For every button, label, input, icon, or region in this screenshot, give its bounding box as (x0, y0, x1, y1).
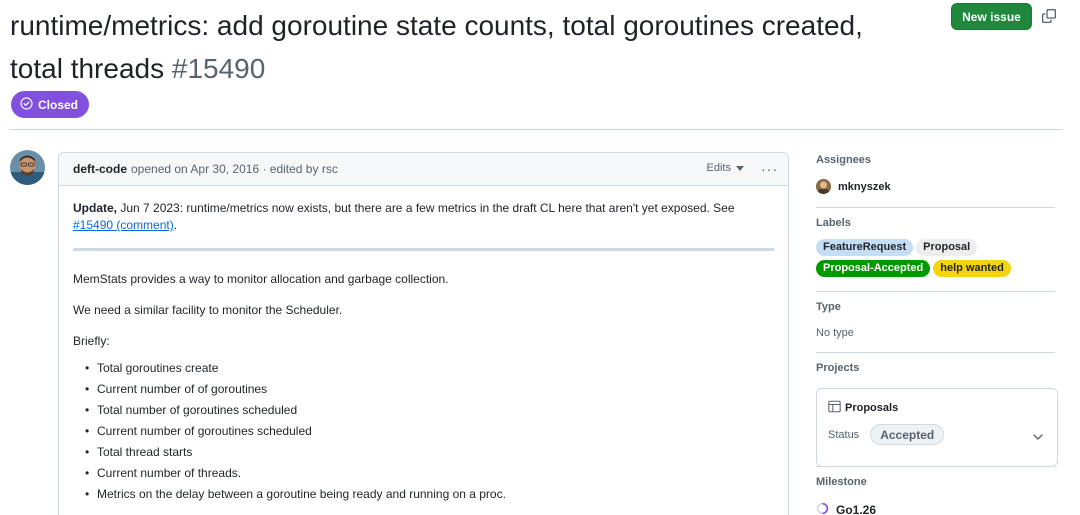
milestone-item[interactable]: Go1.26 (816, 502, 1056, 515)
type-value: No type (816, 327, 854, 339)
list-item: Current number of threads. (73, 465, 774, 482)
comment-body: Update, Jun 7 2023: runtime/metrics now … (59, 186, 788, 515)
project-status-value[interactable]: Accepted (870, 424, 945, 445)
edits-dropdown[interactable]: Edits (707, 162, 744, 174)
issue-comment: deft-code opened on Apr 30, 2016 · edite… (58, 152, 789, 515)
paragraph: Briefly: (73, 334, 110, 348)
chevron-down-icon[interactable] (1033, 427, 1043, 445)
milestone-progress-icon (816, 502, 829, 515)
labels-heading[interactable]: Labels (816, 217, 1056, 229)
list-item: Metrics on the delay between a goroutine… (73, 486, 774, 503)
assignees-heading[interactable]: Assignees (816, 154, 1056, 166)
header-divider (10, 129, 1062, 130)
new-issue-button[interactable]: New issue (951, 3, 1032, 30)
update-text: Jun 7 2023: runtime/metrics now exists, … (117, 201, 735, 215)
update-end: . (173, 218, 178, 232)
projects-section: Projects Proposals Status Accepted (816, 362, 1058, 467)
type-heading[interactable]: Type (816, 301, 1056, 313)
list-item: Current number of goroutines scheduled (73, 423, 774, 440)
sidebar-divider (816, 207, 1055, 208)
sidebar-divider (816, 466, 1055, 467)
assignee-item[interactable]: mknyszek (816, 179, 1056, 194)
label-feature-request[interactable]: FeatureRequest (816, 239, 914, 256)
project-card: Proposals Status Accepted (816, 388, 1058, 467)
update-note: Update, Jun 7 2023: runtime/metrics now … (73, 200, 774, 234)
label-list: FeatureRequest Proposal Proposal-Accepte… (816, 239, 1036, 277)
list-item: Total goroutines create (73, 360, 774, 377)
paragraph: MemStats provides a way to monitor alloc… (73, 272, 449, 286)
milestone-heading[interactable]: Milestone (816, 476, 1056, 488)
copy-icon[interactable] (1040, 6, 1058, 26)
label-help-wanted[interactable]: help wanted (933, 260, 1011, 277)
list-item: Current number of of goroutines (73, 381, 774, 398)
labels-section: Labels FeatureRequest Proposal Proposal-… (816, 217, 1056, 277)
comment-meta: opened on Apr 30, 2016 · edited by rsc (131, 162, 338, 176)
kebab-horizontal-icon[interactable]: ··· (761, 161, 778, 177)
bullet-list: Total goroutines create Current number o… (73, 360, 774, 503)
comment-link[interactable]: #15490 (comment) (73, 218, 174, 232)
status-badge: Closed (11, 91, 90, 118)
project-status-label: Status (828, 428, 860, 441)
triangle-down-icon (736, 162, 744, 174)
milestone-name: Go1.26 (836, 503, 877, 515)
issue-title: runtime/metrics: add goroutine state cou… (10, 4, 910, 90)
list-item: Total thread starts (73, 444, 774, 461)
paragraph: We need a similar facility to monitor th… (73, 303, 343, 317)
edits-label: Edits (706, 162, 731, 174)
assignee-avatar (816, 179, 831, 194)
sidebar-divider (816, 352, 1055, 353)
comment-header: deft-code opened on Apr 30, 2016 · edite… (59, 153, 788, 186)
check-circle-icon (20, 96, 33, 113)
table-icon (828, 400, 841, 416)
assignees-section: Assignees mknyszek (816, 154, 1056, 194)
milestone-section: Milestone Go1.26 (816, 476, 1056, 515)
status-badge-label: Closed (38, 97, 79, 112)
label-proposal-accepted[interactable]: Proposal-Accepted (816, 260, 931, 277)
assignee-name: mknyszek (838, 180, 891, 193)
project-status-row: Status Accepted (828, 424, 945, 445)
project-name: Proposals (845, 402, 899, 414)
update-bold: Update, (73, 201, 118, 215)
projects-heading[interactable]: Projects (816, 362, 1056, 374)
sidebar-divider (816, 291, 1055, 292)
label-proposal[interactable]: Proposal (916, 239, 978, 256)
list-item: Total number of goroutines scheduled (73, 402, 774, 419)
issue-number: #15490 (171, 53, 266, 84)
author-avatar[interactable] (10, 150, 45, 185)
type-section: Type No type (816, 301, 1056, 339)
comment-author[interactable]: deft-code (73, 162, 127, 176)
issue-title-text: runtime/metrics: add goroutine state cou… (10, 10, 863, 84)
horizontal-rule (73, 248, 774, 251)
project-link[interactable]: Proposals (828, 400, 898, 416)
